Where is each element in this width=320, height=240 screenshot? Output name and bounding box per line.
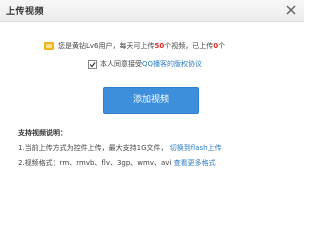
agreement-row: 本人同意接受 QQ播客的版权协议 xyxy=(88,59,202,69)
dialog-titlebar: 上传视频 xyxy=(0,0,304,22)
quota-suffix: 个 xyxy=(218,42,226,50)
support-note-2-text: 2.视频格式：rm、rmvb、flv、3gp、wmv、avi xyxy=(18,159,172,167)
checkmark-icon xyxy=(89,61,96,67)
support-note-2: 2.视频格式：rm、rmvb、flv、3gp、wmv、avi 查看更多格式 xyxy=(18,158,216,168)
close-icon[interactable] xyxy=(284,3,298,17)
support-note-1-text: 1.当前上传方式为控件上传，最大支持1G文件， xyxy=(18,144,168,152)
agreement-checkbox[interactable] xyxy=(88,59,97,69)
more-formats-link[interactable]: 查看更多格式 xyxy=(174,159,216,167)
yellow-diamond-icon xyxy=(44,42,54,50)
add-video-button[interactable]: 添加视频 xyxy=(103,87,199,114)
support-title: 支持视频说明： xyxy=(18,129,67,137)
switch-to-flash-link[interactable]: 切换到flash上传 xyxy=(170,144,222,152)
support-note-1: 1.当前上传方式为控件上传，最大支持1G文件， 切换到flash上传 xyxy=(18,143,222,153)
quota-limit: 50 xyxy=(154,42,165,50)
dialog-title: 上传视频 xyxy=(6,7,45,17)
agreement-text: 本人同意接受 xyxy=(100,60,142,68)
quota-info: 您是黄钻Lv6用户，每天可上传 50 个视频，已上传 0 个 xyxy=(44,40,225,52)
quota-prefix: 您是黄钻Lv6用户，每天可上传 xyxy=(58,42,155,50)
upload-video-dialog: 上传视频 您是黄钻Lv6用户，每天可上传 50 个视频，已上传 0 个 本人同意… xyxy=(0,0,304,214)
quota-middle: 个视频，已上传 xyxy=(164,42,214,50)
copyright-agreement-link[interactable]: QQ播客的版权协议 xyxy=(142,59,202,69)
